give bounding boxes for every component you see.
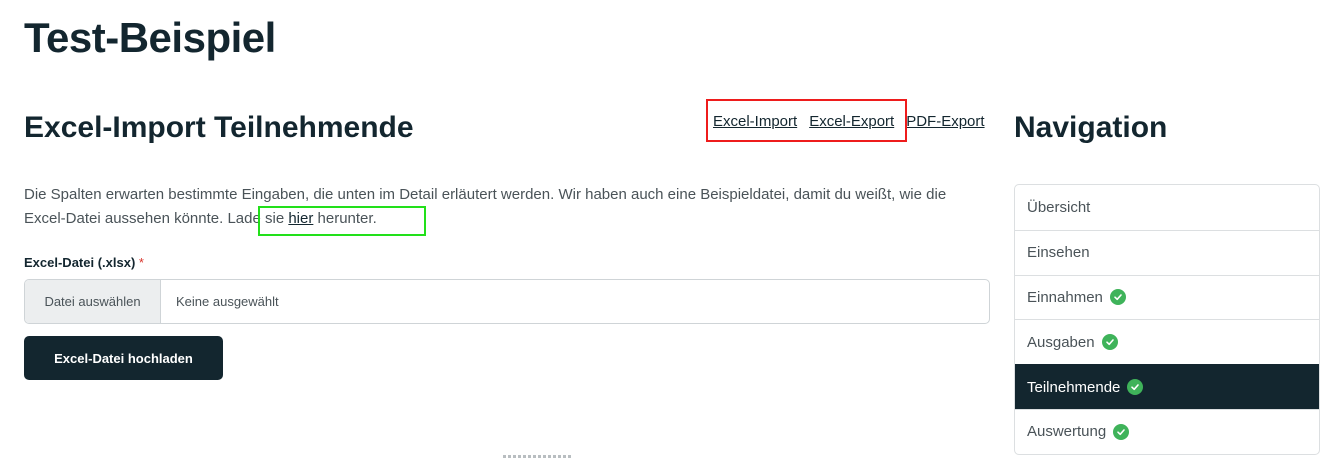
download-sample-link[interactable]: hier [288, 210, 313, 227]
nav-item-label: Ausgaben [1027, 333, 1095, 351]
navigation-title: Navigation [1014, 111, 1168, 144]
pdf-export-link[interactable]: PDF-Export [906, 113, 984, 130]
nav-item-label: Einsehen [1027, 244, 1090, 262]
export-links: Excel-Import Excel-Export PDF-Export [713, 113, 985, 130]
nav-item-einnahmen[interactable]: Einnahmen [1015, 274, 1319, 320]
file-field-label: Excel-Datei (.xlsx) * [24, 255, 144, 270]
nav-item-label: Teilnehmende [1027, 378, 1121, 396]
upload-excel-button[interactable]: Excel-Datei hochladen [24, 336, 223, 380]
nav-item-label: Übersicht [1027, 198, 1091, 216]
excel-import-link[interactable]: Excel-Import [713, 113, 797, 130]
file-input[interactable]: Datei auswählen Keine ausgewählt [24, 279, 990, 324]
file-status: Keine ausgewählt [176, 294, 279, 309]
nav-item-label: Auswertung [1027, 423, 1107, 441]
section-title: Excel-Import Teilnehmende [24, 111, 414, 144]
nav-item-einsehen[interactable]: Einsehen [1015, 229, 1319, 275]
nav-item-label: Einnahmen [1027, 288, 1103, 306]
choose-file-button[interactable]: Datei auswählen [25, 280, 161, 323]
description-before: Die Spalten erwarten bestimmte Eingaben,… [24, 186, 947, 227]
description-after: herunter. [313, 210, 377, 227]
check-circle-icon [1127, 379, 1144, 396]
check-circle-icon [1109, 289, 1126, 306]
excel-export-link[interactable]: Excel-Export [809, 113, 894, 130]
nav-item-übersicht[interactable]: Übersicht [1015, 185, 1319, 230]
check-circle-icon [1113, 423, 1130, 440]
description-text: Die Spalten erwarten bestimmte Eingaben,… [24, 183, 984, 231]
file-field-label-text: Excel-Datei (.xlsx) [24, 255, 136, 270]
nav-item-auswertung[interactable]: Auswertung [1015, 408, 1319, 454]
required-mark: * [138, 255, 144, 270]
navigation-list: Übersicht Einsehen Einnahmen Ausgaben Teilne… [1014, 184, 1320, 455]
page-title: Test-Beispiel [24, 14, 276, 61]
nav-item-ausgaben[interactable]: Ausgaben [1015, 319, 1319, 364]
cutoff-content [503, 455, 571, 458]
check-circle-icon [1101, 334, 1118, 351]
nav-item-teilnehmende[interactable]: Teilnehmende [1015, 364, 1319, 409]
